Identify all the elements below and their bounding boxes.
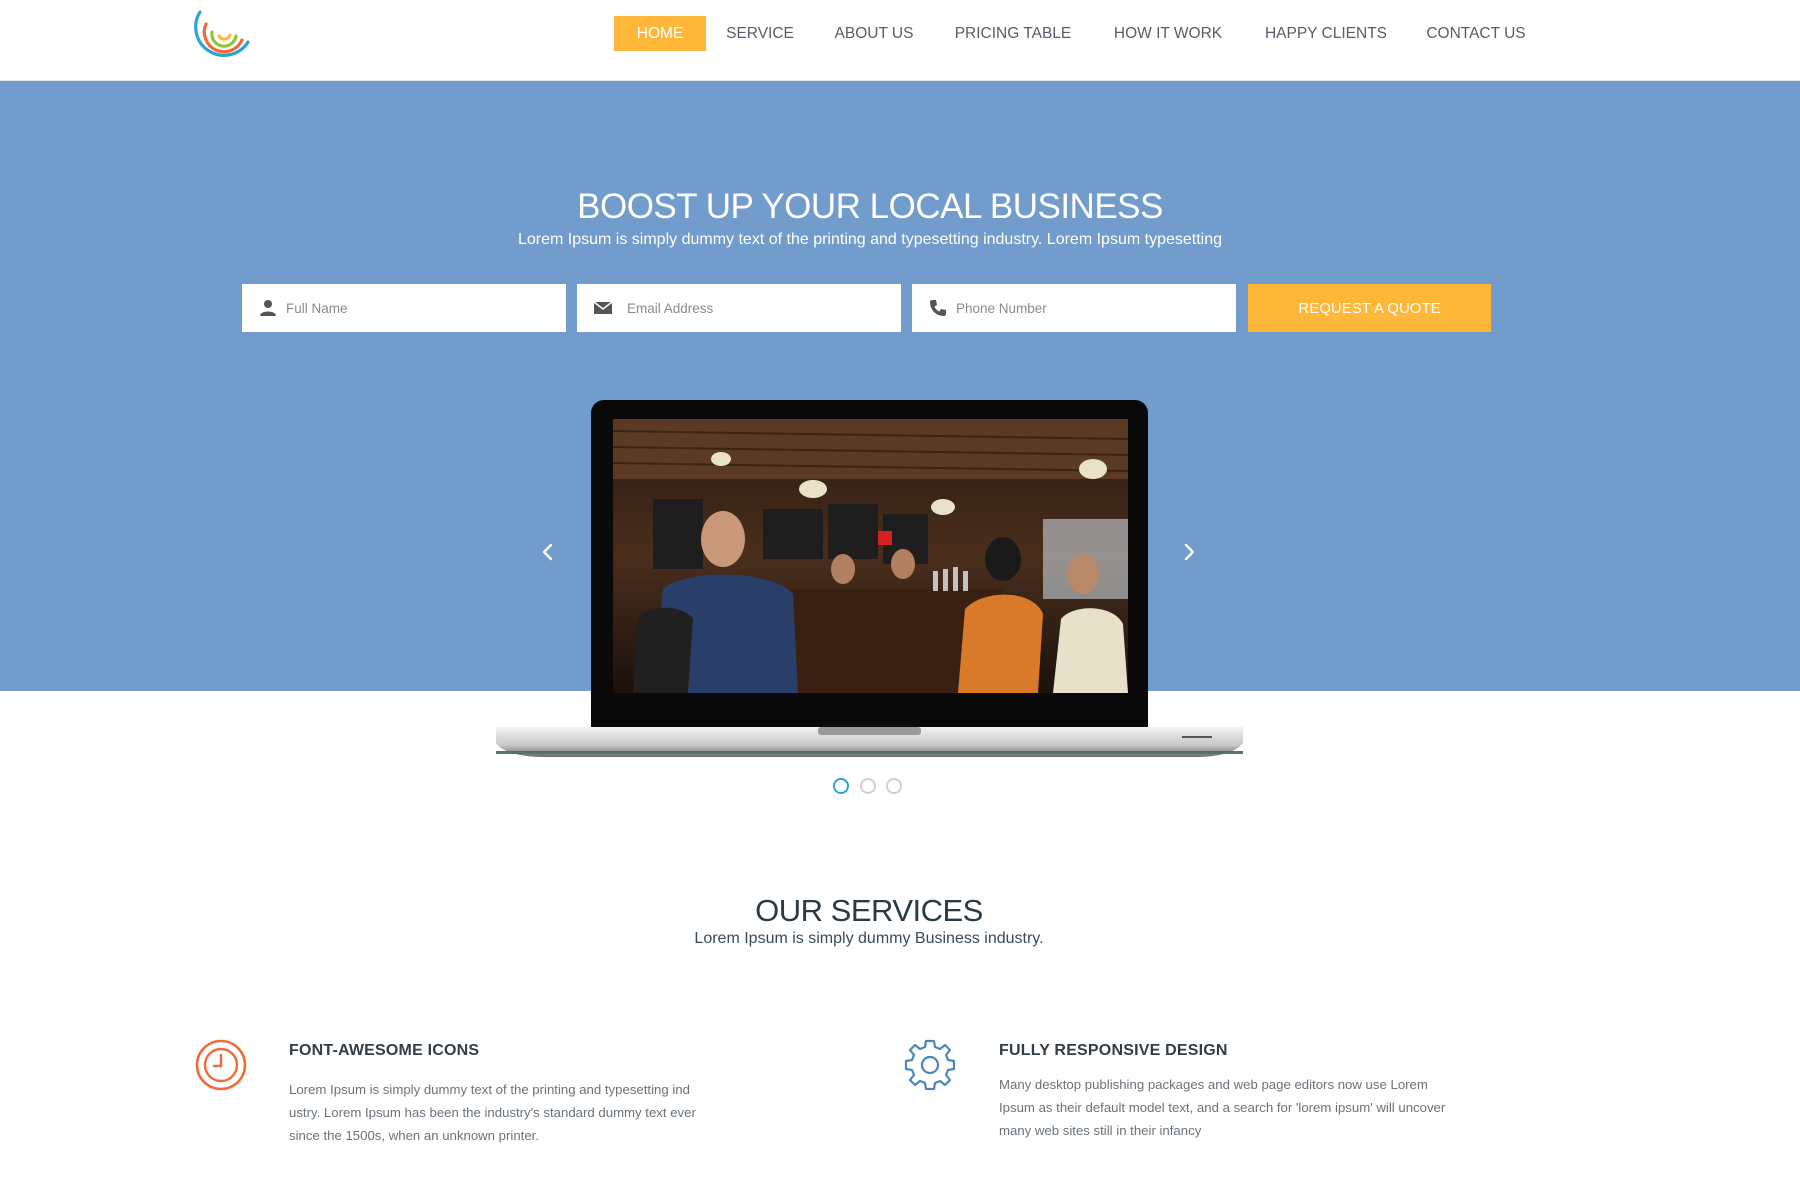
slide-image — [613, 419, 1128, 693]
chevron-left-icon[interactable] — [536, 538, 560, 566]
slider-pagination — [833, 778, 908, 796]
service-text-line: Many desktop publishing packages and web… — [999, 1077, 1428, 1092]
phone-icon — [930, 300, 946, 316]
nav-item-pricing-table[interactable]: PRICING TABLE — [950, 16, 1076, 51]
email-field — [577, 284, 901, 332]
nav-item-home[interactable]: HOME — [614, 16, 706, 51]
service-text-line: ustry. Lorem Ipsum has been the industry… — [289, 1105, 696, 1120]
phone-input[interactable] — [956, 284, 1226, 332]
laptop-base — [496, 727, 1243, 757]
service-title-font-awesome: FONT-AWESOME ICONS — [289, 1042, 480, 1059]
service-text-font-awesome: Lorem Ipsum is simply dummy text of the … — [289, 1078, 759, 1147]
service-text-line: many web sites still in their infancy — [999, 1123, 1202, 1138]
nav-item-service[interactable]: SERVICE — [720, 16, 800, 51]
gear-icon — [904, 1039, 956, 1091]
service-text-line: Ipsum as their default model text, and a… — [999, 1100, 1446, 1115]
envelope-icon — [593, 301, 613, 314]
slider-dot-2[interactable] — [860, 778, 876, 794]
user-icon — [260, 300, 276, 316]
nav-item-about-us[interactable]: ABOUT US — [822, 16, 926, 51]
service-text-line: Lorem Ipsum is simply dummy text of the … — [289, 1082, 690, 1097]
chevron-right-icon[interactable] — [1177, 538, 1201, 566]
nav-item-how-it-work[interactable]: HOW IT WORK — [1104, 16, 1232, 51]
clock-icon — [195, 1039, 247, 1091]
slider-dot-3[interactable] — [886, 778, 902, 794]
service-text-line: since the 1500s, when an unknown printer… — [289, 1128, 539, 1143]
email-input[interactable] — [627, 284, 897, 332]
nav-item-contact-us[interactable]: CONTACT US — [1420, 16, 1532, 51]
full-name-field — [242, 284, 566, 332]
main-nav: HOME SERVICE ABOUT US PRICING TABLE HOW … — [0, 0, 1800, 81]
service-text-responsive: Many desktop publishing packages and web… — [999, 1073, 1559, 1142]
services-title: OUR SERVICES — [755, 893, 983, 928]
full-name-input[interactable] — [286, 284, 556, 332]
request-quote-button[interactable]: REQUEST A QUOTE — [1248, 284, 1491, 332]
services-subtitle: Lorem Ipsum is simply dummy Business ind… — [694, 930, 1044, 947]
site-header: HOME SERVICE ABOUT US PRICING TABLE HOW … — [0, 0, 1800, 81]
slider-dot-1[interactable] — [833, 778, 849, 794]
hero-subtitle: Lorem Ipsum is simply dummy text of the … — [517, 231, 1222, 248]
hero-title: BOOST UP YOUR LOCAL BUSINESS — [577, 187, 1163, 226]
phone-field — [912, 284, 1236, 332]
nav-item-happy-clients[interactable]: HAPPY CLIENTS — [1262, 16, 1390, 51]
service-title-responsive: FULLY RESPONSIVE DESIGN — [999, 1042, 1228, 1059]
